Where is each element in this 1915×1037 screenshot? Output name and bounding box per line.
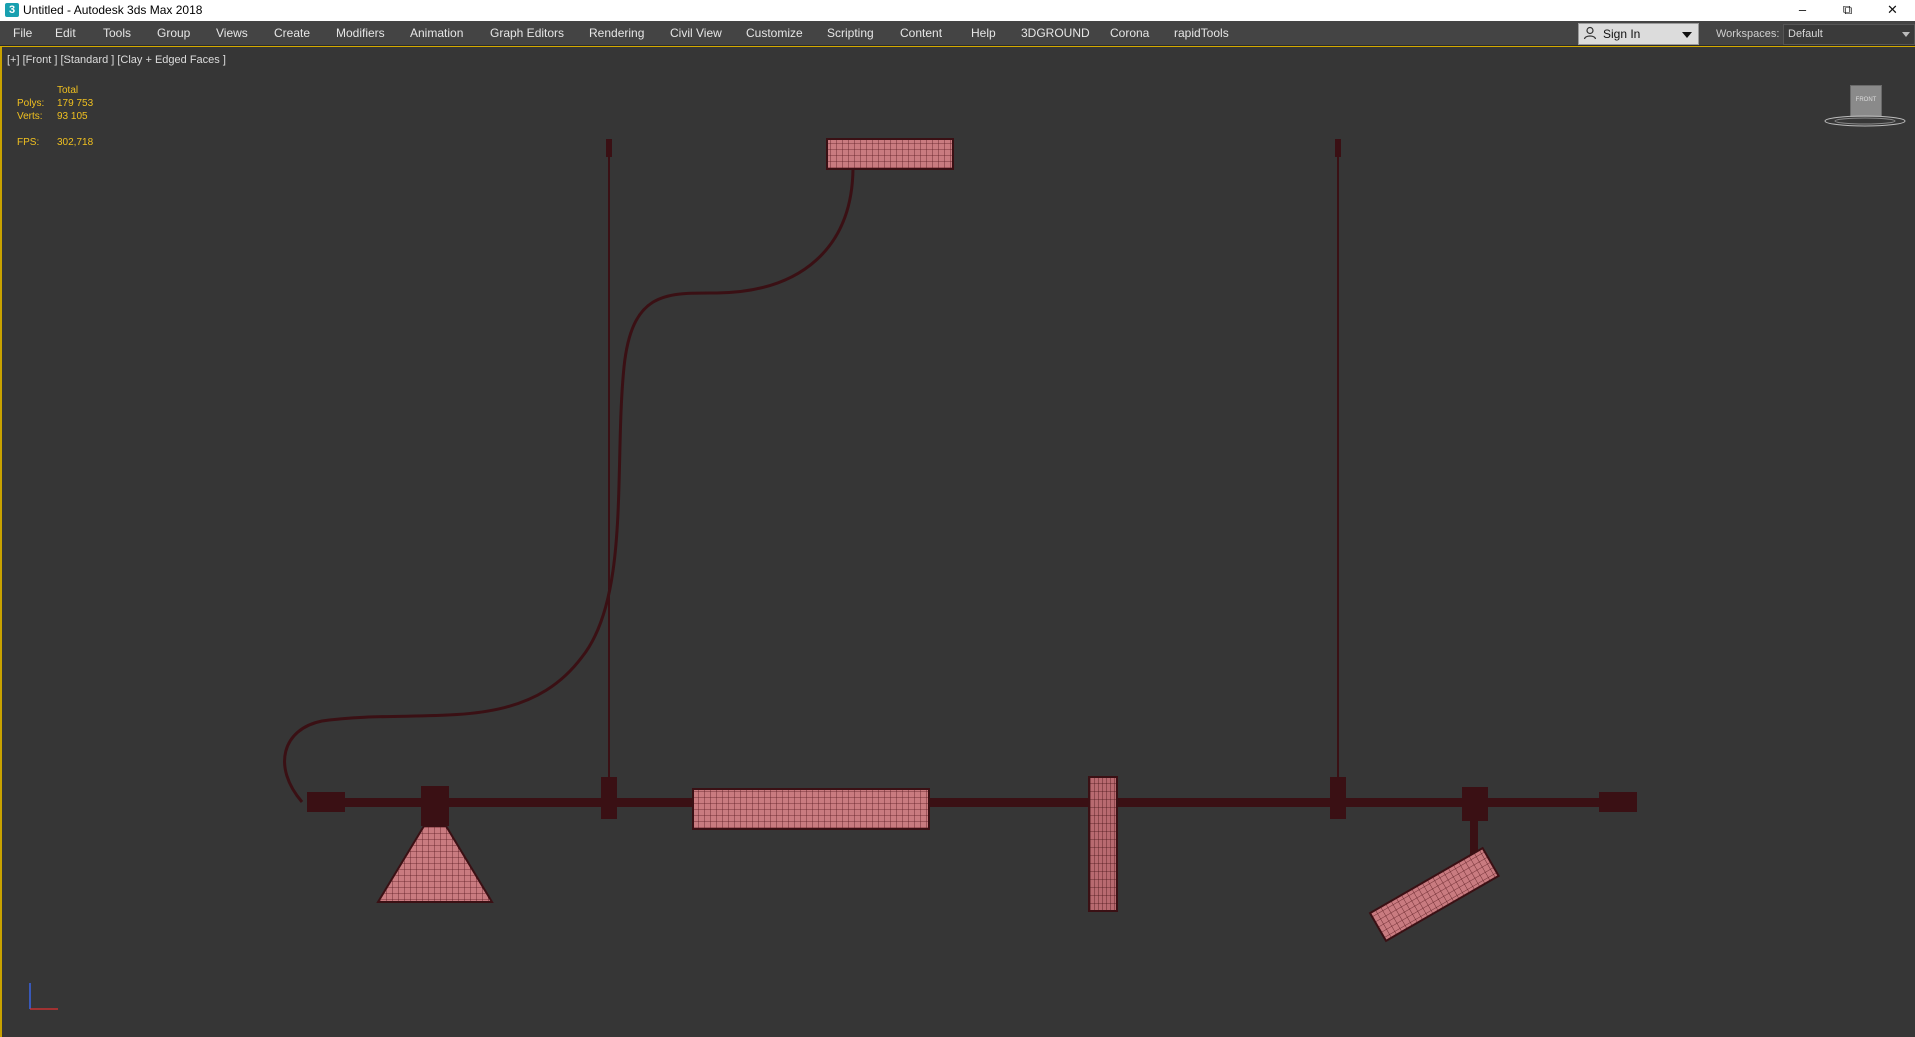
- front-viewport[interactable]: [+] [Front ] [Standard ] [Clay + Edged F…: [0, 47, 1915, 1037]
- menu-corona[interactable]: Corona: [1110, 26, 1149, 40]
- menu-rapidtools[interactable]: rapidTools: [1174, 26, 1229, 40]
- menu-help[interactable]: Help: [971, 26, 996, 40]
- axis-tripod-icon: [29, 983, 58, 1010]
- menu-scripting[interactable]: Scripting: [827, 26, 874, 40]
- workspaces-select[interactable]: Default: [1783, 24, 1915, 45]
- vertical-cylinder-light[interactable]: [1088, 776, 1118, 912]
- menu-civil-view[interactable]: Civil View: [670, 26, 722, 40]
- menu-content[interactable]: Content: [900, 26, 942, 40]
- workspaces-value: Default: [1788, 28, 1823, 40]
- wire-connector-left[interactable]: [601, 777, 617, 819]
- power-cable[interactable]: [283, 168, 855, 803]
- menu-tools[interactable]: Tools: [103, 26, 131, 40]
- menu-3dground[interactable]: 3DGROUND: [1021, 26, 1090, 40]
- bar-end-cap-right[interactable]: [1599, 792, 1637, 812]
- menu-views[interactable]: Views: [216, 26, 248, 40]
- scene-canvas[interactable]: [2, 47, 1915, 1037]
- close-button[interactable]: ✕: [1870, 0, 1915, 21]
- menu-rendering[interactable]: Rendering: [589, 26, 644, 40]
- user-icon: [1583, 26, 1597, 40]
- menu-animation[interactable]: Animation: [410, 26, 463, 40]
- window-title: Untitled - Autodesk 3ds Max 2018: [23, 3, 203, 17]
- restore-button[interactable]: ⧉: [1825, 0, 1870, 21]
- sign-in-label: Sign In: [1603, 27, 1641, 41]
- track-bar[interactable]: [312, 798, 1632, 807]
- menu-customize[interactable]: Customize: [746, 26, 803, 40]
- bar-end-cap-left[interactable]: [307, 792, 345, 812]
- wire-connector-right[interactable]: [1330, 777, 1346, 819]
- minimize-button[interactable]: –: [1780, 0, 1825, 21]
- ceiling-canopy[interactable]: [826, 138, 954, 170]
- title-bar: 3 Untitled - Autodesk 3ds Max 2018 – ⧉ ✕: [0, 0, 1915, 22]
- menu-edit[interactable]: Edit: [55, 26, 76, 40]
- chevron-down-icon: [1682, 32, 1692, 38]
- linear-light-module[interactable]: [692, 788, 930, 830]
- menu-graph-editors[interactable]: Graph Editors: [490, 26, 564, 40]
- workspaces-label: Workspaces:: [1716, 28, 1780, 40]
- menu-modifiers[interactable]: Modifiers: [336, 26, 385, 40]
- menu-group[interactable]: Group: [157, 26, 190, 40]
- suspension-wire-left[interactable]: [606, 139, 612, 782]
- menu-file[interactable]: File: [13, 26, 32, 40]
- menu-create[interactable]: Create: [274, 26, 310, 40]
- sign-in-dropdown[interactable]: Sign In: [1578, 23, 1699, 45]
- chevron-down-icon: [1902, 32, 1910, 37]
- 3ds-max-app-icon[interactable]: 3: [5, 3, 19, 17]
- spot-light[interactable]: [1368, 787, 1500, 943]
- suspension-wire-right[interactable]: [1335, 139, 1341, 782]
